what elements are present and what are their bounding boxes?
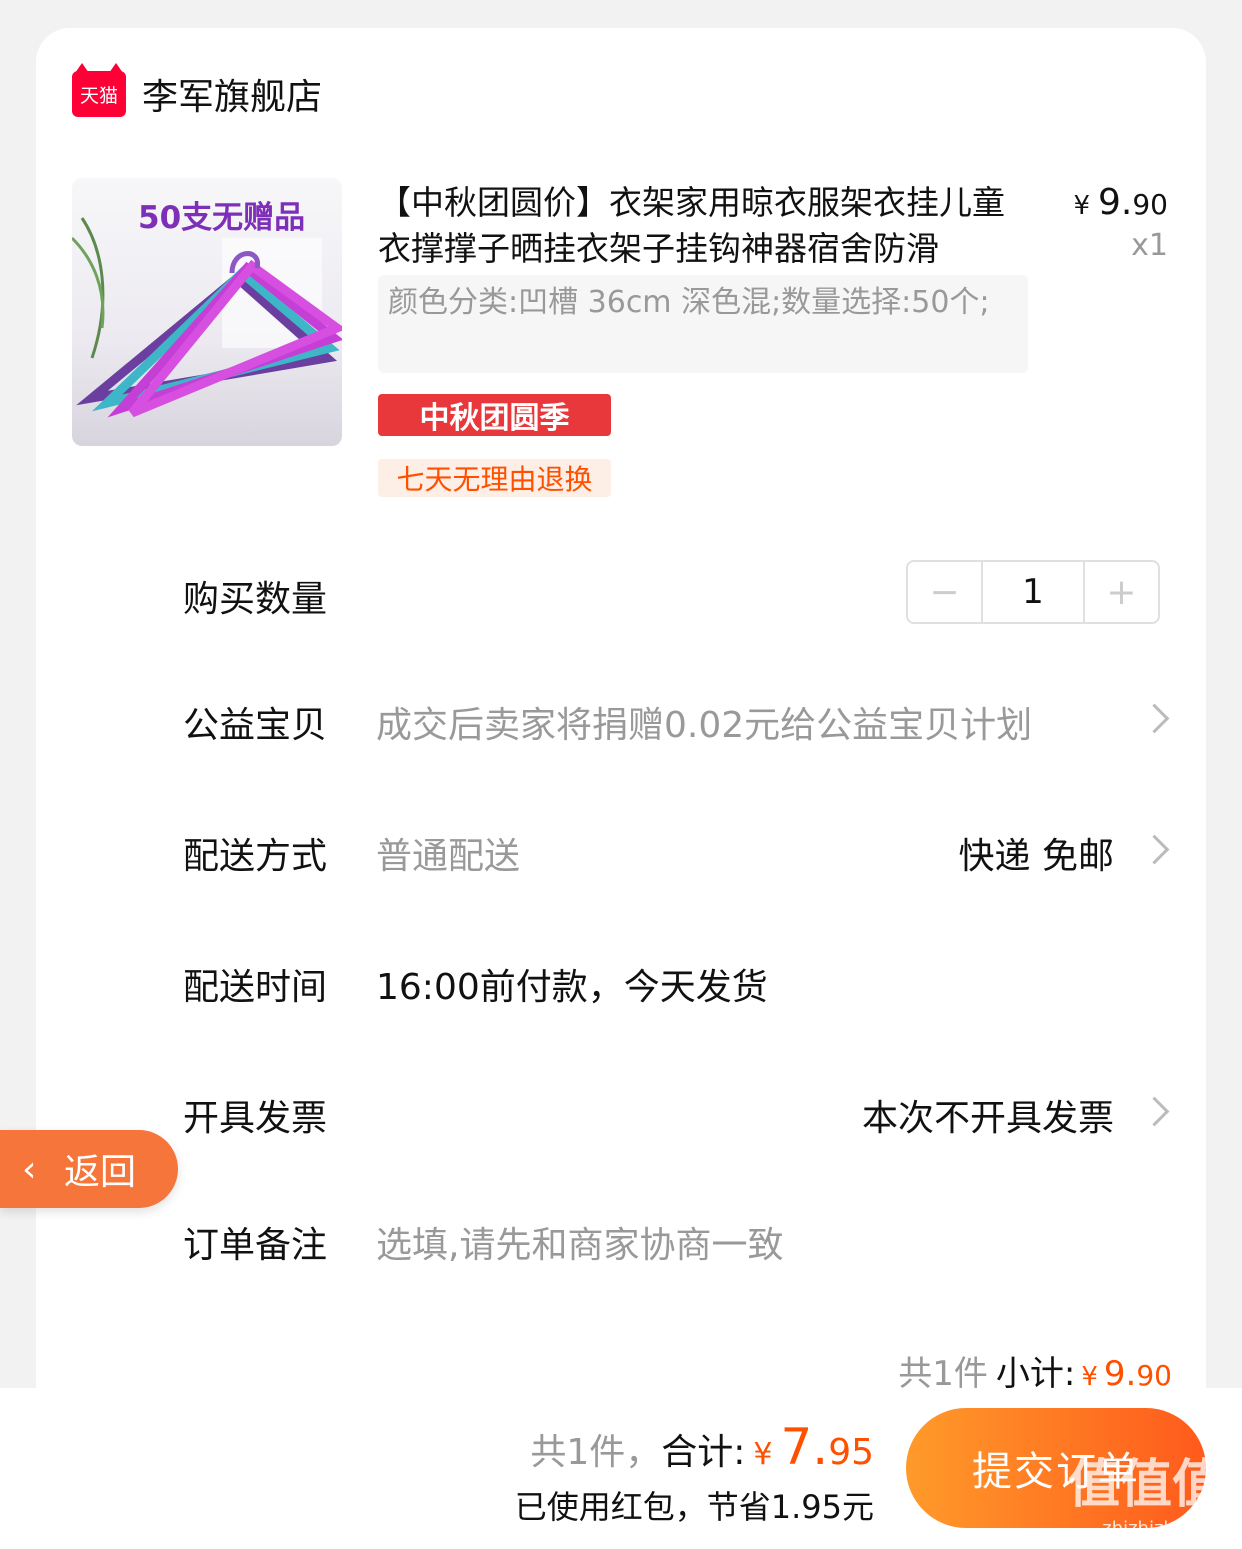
decrement-button[interactable]: − <box>908 562 981 622</box>
delivery-time-value: 16:00前付款，今天发货 <box>376 967 768 1008</box>
order-note-label: 订单备注 <box>183 1225 328 1266</box>
product-quantity: x1 <box>1131 228 1168 263</box>
chevron-right-icon[interactable] <box>1144 837 1168 861</box>
shipping-method: 普通配送 <box>376 836 521 877</box>
back-button[interactable]: ‹ 返回 <box>0 1130 178 1208</box>
total-decimal: 95 <box>828 1432 874 1473</box>
quantity-stepper[interactable]: − 1 + <box>906 560 1160 624</box>
order-note-input[interactable]: 选填,请先和商家协商一致 <box>376 1216 783 1268</box>
invoice-option[interactable]: 本次不开具发票 <box>862 1089 1114 1141</box>
product-image[interactable]: 50支无赠品 <box>72 178 342 446</box>
tmall-logo-text: 天猫 <box>79 84 118 107</box>
price-currency: ¥ <box>1073 191 1090 221</box>
quantity-label: 购买数量 <box>183 579 328 620</box>
total-label: 合计: <box>661 1432 746 1473</box>
quantity-value[interactable]: 1 <box>981 562 1085 622</box>
total-amount: ¥7.95 <box>745 1418 874 1476</box>
total-integer: 7. <box>780 1418 829 1476</box>
shop-header[interactable]: 天猫 李军旗舰店 <box>72 63 322 120</box>
promo-tag: 中秋团圆季 <box>378 394 611 436</box>
chevron-right-icon[interactable] <box>1144 706 1168 730</box>
product-price: ¥9.90 <box>1073 182 1168 223</box>
watermark: 值值值 <box>1067 1455 1224 1515</box>
shop-name[interactable]: 李军旗舰店 <box>142 68 322 120</box>
delivery-time-label: 配送时间 <box>183 967 328 1008</box>
watermark-url: zhizhizhi.com <box>1102 1518 1224 1539</box>
return-policy-tag: 七天无理由退换 <box>378 459 611 497</box>
back-button-label: 返回 <box>64 1152 137 1193</box>
discount-note: 已使用红包，节省1.95元 <box>514 1488 874 1526</box>
price-decimal: 90 <box>1132 188 1168 221</box>
product-sku: 颜色分类:凹槽 36cm 深色混;数量选择:50个; <box>378 275 1028 373</box>
product-image-caption: 50支无赠品 <box>138 200 306 236</box>
total-currency: ¥ <box>753 1437 773 1472</box>
total-count: 共1件， <box>530 1432 662 1473</box>
charity-value[interactable]: 成交后卖家将捐赠0.02元给公益宝贝计划 <box>376 696 1032 748</box>
product-title[interactable]: 【中秋团圆价】衣架家用晾衣服架衣挂儿童衣撑撑子晒挂衣架子挂钩神器宿舍防滑 <box>378 180 1018 272</box>
charity-label: 公益宝贝 <box>183 705 328 746</box>
invoice-label: 开具发票 <box>183 1098 328 1139</box>
shipping-option[interactable]: 快递 免邮 <box>959 827 1114 879</box>
shipping-label: 配送方式 <box>183 836 328 877</box>
increment-button[interactable]: + <box>1085 562 1158 622</box>
tmall-logo-icon: 天猫 <box>72 63 126 117</box>
chevron-right-icon[interactable] <box>1144 1099 1168 1123</box>
chevron-left-icon: ‹ <box>22 1148 37 1190</box>
order-total: 共1件，合计: ¥7.95 <box>530 1418 874 1476</box>
price-integer: 9. <box>1098 182 1133 223</box>
